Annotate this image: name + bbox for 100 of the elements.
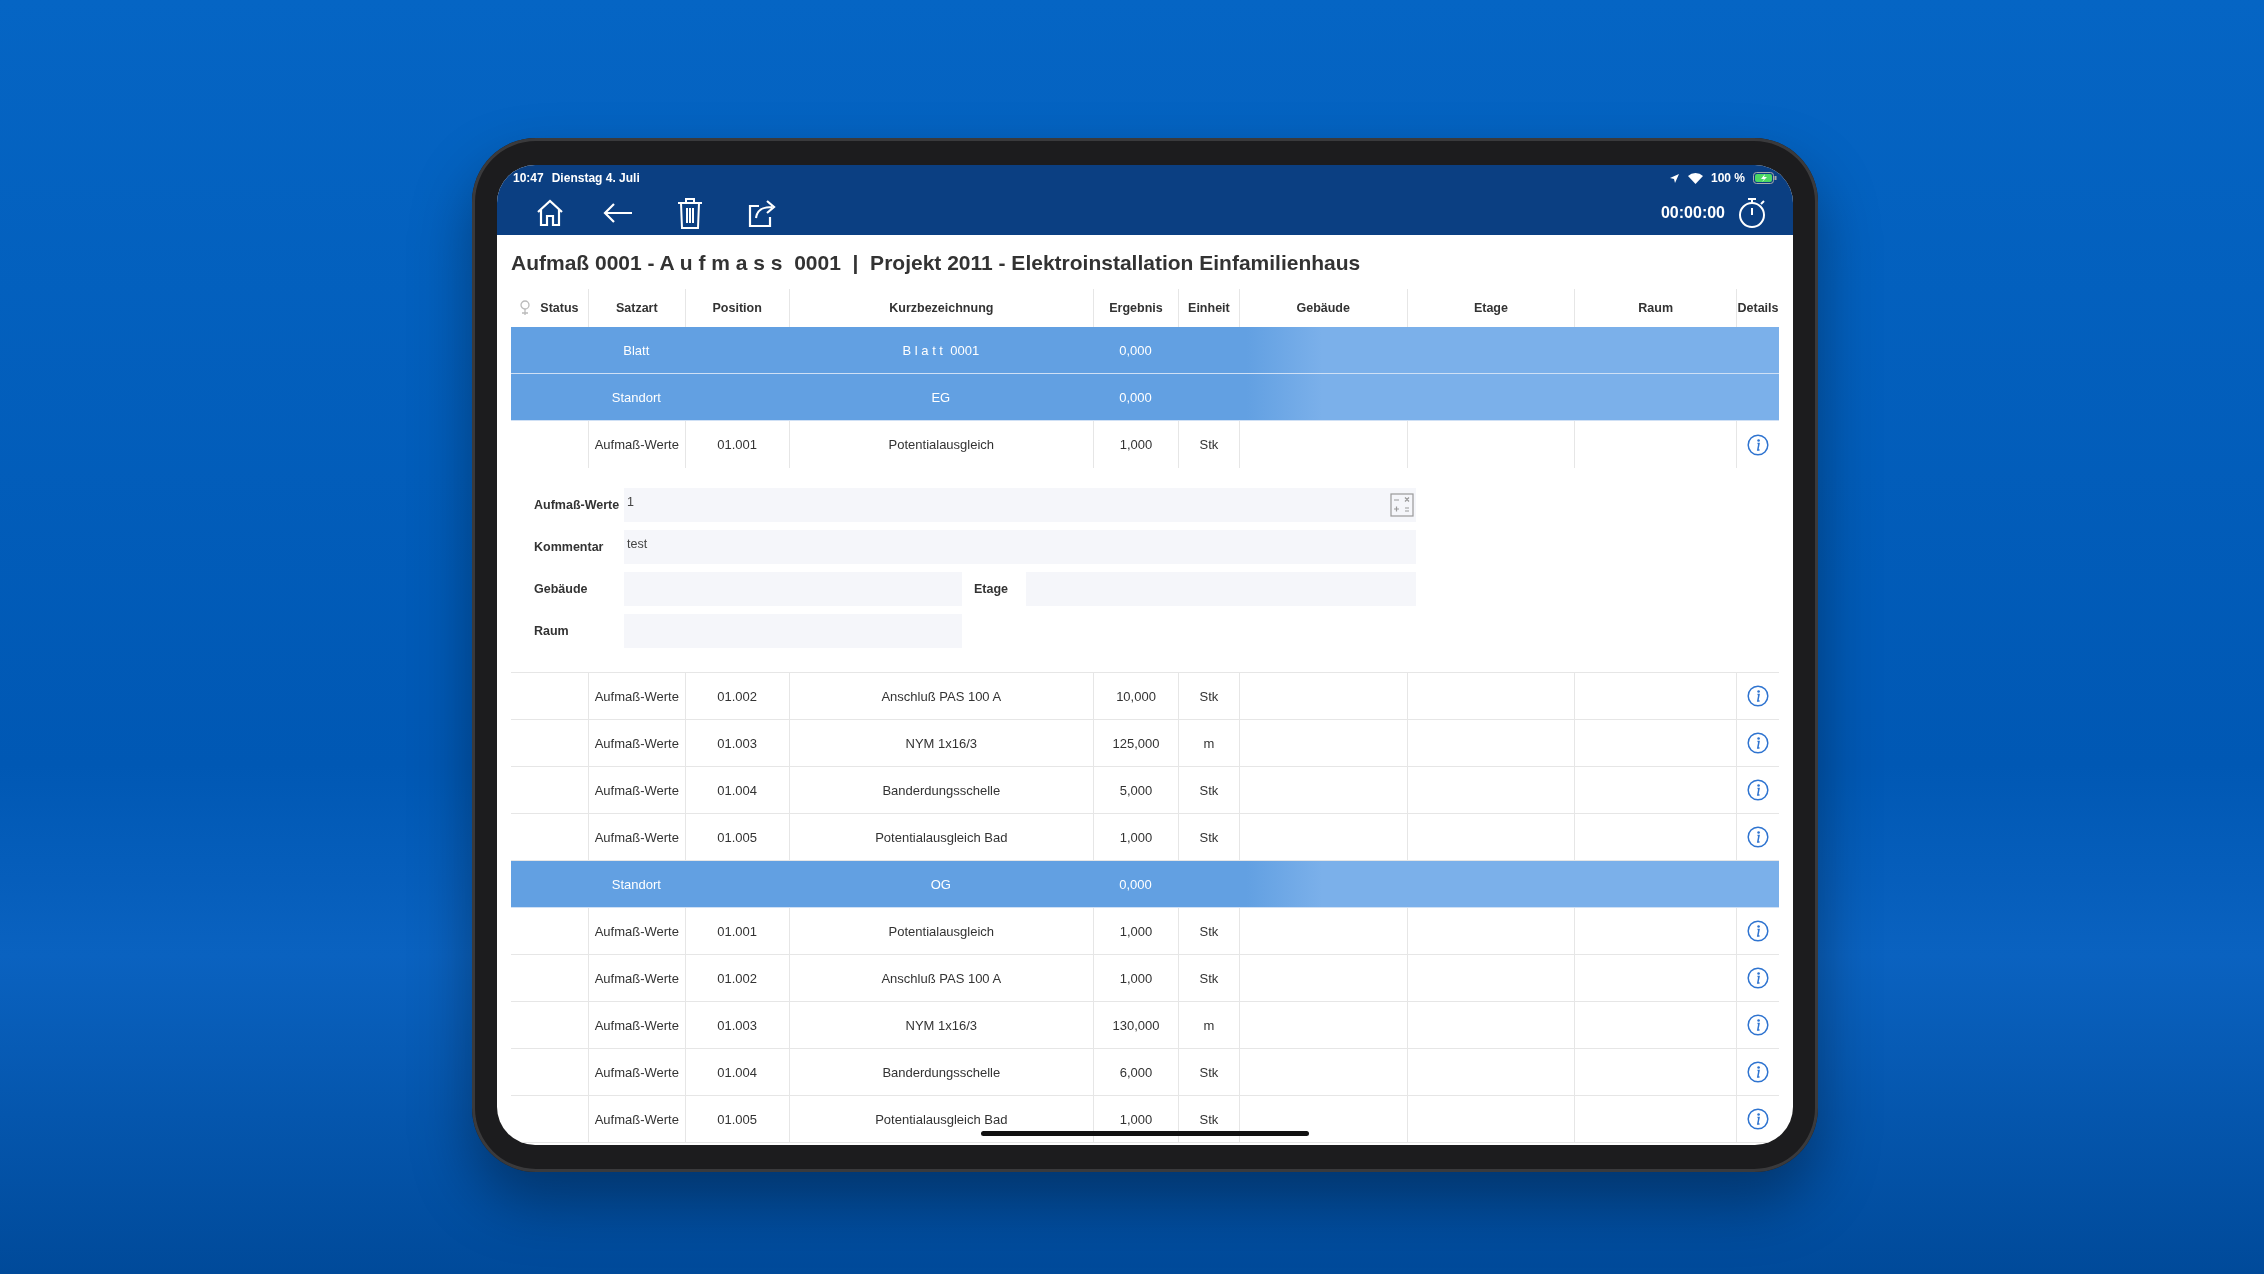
table-cell: 1,000 — [1119, 1111, 1153, 1127]
table-cell: Stk — [1199, 1064, 1219, 1080]
field-value: test — [627, 537, 648, 551]
column-header[interactable]: Details — [1737, 301, 1779, 315]
table-cell: 01.003 — [717, 1017, 757, 1033]
table-cell: Aufmaß-Werte — [594, 1017, 679, 1033]
table-cell: 130,000 — [1112, 1017, 1160, 1033]
column-header[interactable]: Status — [540, 301, 579, 315]
info-icon[interactable] — [1747, 732, 1770, 754]
info-icon[interactable] — [1747, 826, 1770, 848]
table-row[interactable]: Aufmaß-Werte 01.001 Potentialausgleich 1,000 Stk — [511, 908, 1779, 955]
table-cell: 01.005 — [717, 829, 757, 845]
column-header[interactable]: Position — [712, 301, 762, 315]
table-row[interactable]: Aufmaß-Werte 01.001 Potentialausgleich 1,000 Stk — [511, 421, 1779, 468]
table-cell: Stk — [1199, 437, 1219, 452]
table-cell: Banderdungsschelle — [882, 1064, 1001, 1080]
table-cell: Stk — [1199, 782, 1219, 798]
cell-text: Blatt — [623, 342, 650, 358]
column-header[interactable]: Kurzbezeichnung — [889, 301, 994, 315]
field-label: Raum — [534, 624, 570, 638]
info-icon[interactable] — [1747, 1061, 1770, 1083]
trash-icon[interactable] — [677, 197, 703, 229]
column-header[interactable]: Satzart — [615, 301, 658, 315]
table-cell: m — [1203, 1017, 1215, 1033]
table-cell: 1,000 — [1119, 923, 1153, 939]
field-label: Kommentar — [534, 540, 605, 554]
table-cell: Aufmaß-Werte — [594, 970, 679, 986]
back-icon[interactable] — [603, 202, 633, 224]
column-header[interactable]: Ergebnis — [1109, 301, 1163, 315]
table-cell: 01.003 — [717, 735, 757, 751]
table-cell: 01.002 — [717, 688, 757, 704]
cell-text: Standort — [611, 876, 661, 892]
table-cell: Stk — [1199, 829, 1219, 845]
table-row[interactable]: Aufmaß-Werte 01.004 Banderdungsschelle 6,000 Stk — [511, 1049, 1779, 1096]
table-cell: Aufmaß-Werte — [594, 735, 679, 751]
table-row[interactable]: Aufmaß-Werte 01.002 Anschluß PAS 100 A 10,000 Stk — [511, 673, 1779, 720]
table-cell: Aufmaß-Werte — [594, 782, 679, 798]
info-icon[interactable] — [1747, 433, 1770, 456]
field-label: Aufmaß-Werte — [534, 498, 621, 512]
field-value: 1 — [627, 495, 634, 509]
table-cell: Potentialausgleich Bad — [875, 1111, 1008, 1127]
table-row[interactable]: Aufmaß-Werte 01.004 Banderdungsschelle 5,000 Stk — [511, 767, 1779, 814]
table-cell: Anschluß PAS 100 A — [881, 688, 1002, 704]
table-cell: Aufmaß-Werte — [594, 688, 679, 704]
info-icon[interactable] — [1747, 1108, 1770, 1130]
table-cell: 01.005 — [717, 1111, 757, 1127]
battery-icon — [1753, 172, 1777, 184]
field-label: Etage — [974, 582, 1010, 596]
table-cell: Aufmaß-Werte — [594, 829, 679, 845]
column-header[interactable]: Raum — [1638, 301, 1674, 315]
table-row[interactable]: Aufmaß-Werte 01.003 NYM 1x16/3 125,000 m — [511, 720, 1779, 767]
battery-text: 100 % — [1710, 171, 1745, 185]
table-row[interactable]: Aufmaß-Werte 01.003 NYM 1x16/3 130,000 m — [511, 1002, 1779, 1049]
info-icon[interactable] — [1747, 1014, 1770, 1036]
table-cell: Anschluß PAS 100 A — [881, 970, 1002, 986]
table-cell: NYM 1x16/3 — [905, 735, 978, 751]
column-header[interactable]: Etage — [1473, 301, 1508, 315]
cell-text: OG — [930, 876, 951, 892]
home-icon[interactable] — [535, 198, 565, 228]
cell-text: 0,000 — [1119, 342, 1152, 358]
info-icon[interactable] — [1747, 920, 1770, 942]
table-cell: 1,000 — [1119, 970, 1153, 986]
table-cell: 01.004 — [717, 782, 757, 798]
date-text: Dienstag 4. Juli — [551, 171, 640, 185]
table-cell: 01.001 — [717, 923, 757, 939]
input-field[interactable]: test — [624, 530, 1416, 564]
input-field[interactable]: 1 — [624, 488, 1416, 522]
table-cell: Aufmaß-Werte — [594, 1111, 679, 1127]
table-cell: Aufmaß-Werte — [594, 923, 679, 939]
time-text: 10:47 — [513, 171, 544, 185]
info-icon[interactable] — [1747, 685, 1770, 707]
cell-text: Standort — [611, 389, 661, 405]
table-cell: Potentialausgleich — [888, 923, 995, 939]
table-cell: Stk — [1199, 970, 1219, 986]
column-header[interactable]: Gebäude — [1296, 301, 1350, 315]
table-cell: 01.001 — [717, 437, 757, 452]
share-icon[interactable] — [747, 198, 777, 228]
table-cell: m — [1203, 735, 1215, 751]
table-cell: 01.002 — [717, 970, 757, 986]
location-icon — [1668, 172, 1680, 184]
stopwatch-icon[interactable] — [1737, 197, 1767, 229]
table-cell: Stk — [1199, 688, 1219, 704]
wifi-icon — [1687, 172, 1703, 184]
table-cell: 1,000 — [1119, 437, 1153, 452]
table-cell: 10,000 — [1116, 688, 1156, 704]
timer-text: 00:00:00 — [1660, 204, 1725, 222]
table-cell: Stk — [1199, 923, 1219, 939]
table-cell: Banderdungsschelle — [882, 782, 1001, 798]
table-cell: Potentialausgleich — [888, 437, 995, 452]
cell-text: B l a t t 0001 — [902, 342, 980, 358]
table-cell: NYM 1x16/3 — [905, 1017, 978, 1033]
info-icon[interactable] — [1747, 967, 1770, 989]
table-cell: 125,000 — [1112, 735, 1160, 751]
cell-text: 0,000 — [1119, 876, 1152, 892]
table-row[interactable]: Aufmaß-Werte 01.002 Anschluß PAS 100 A 1,000 Stk — [511, 955, 1779, 1002]
column-header[interactable]: Einheit — [1188, 301, 1230, 315]
table-cell: 6,000 — [1119, 1064, 1153, 1080]
table-cell: Stk — [1199, 1111, 1219, 1127]
field-label: Gebäude — [534, 582, 589, 596]
info-icon[interactable] — [1747, 779, 1770, 801]
